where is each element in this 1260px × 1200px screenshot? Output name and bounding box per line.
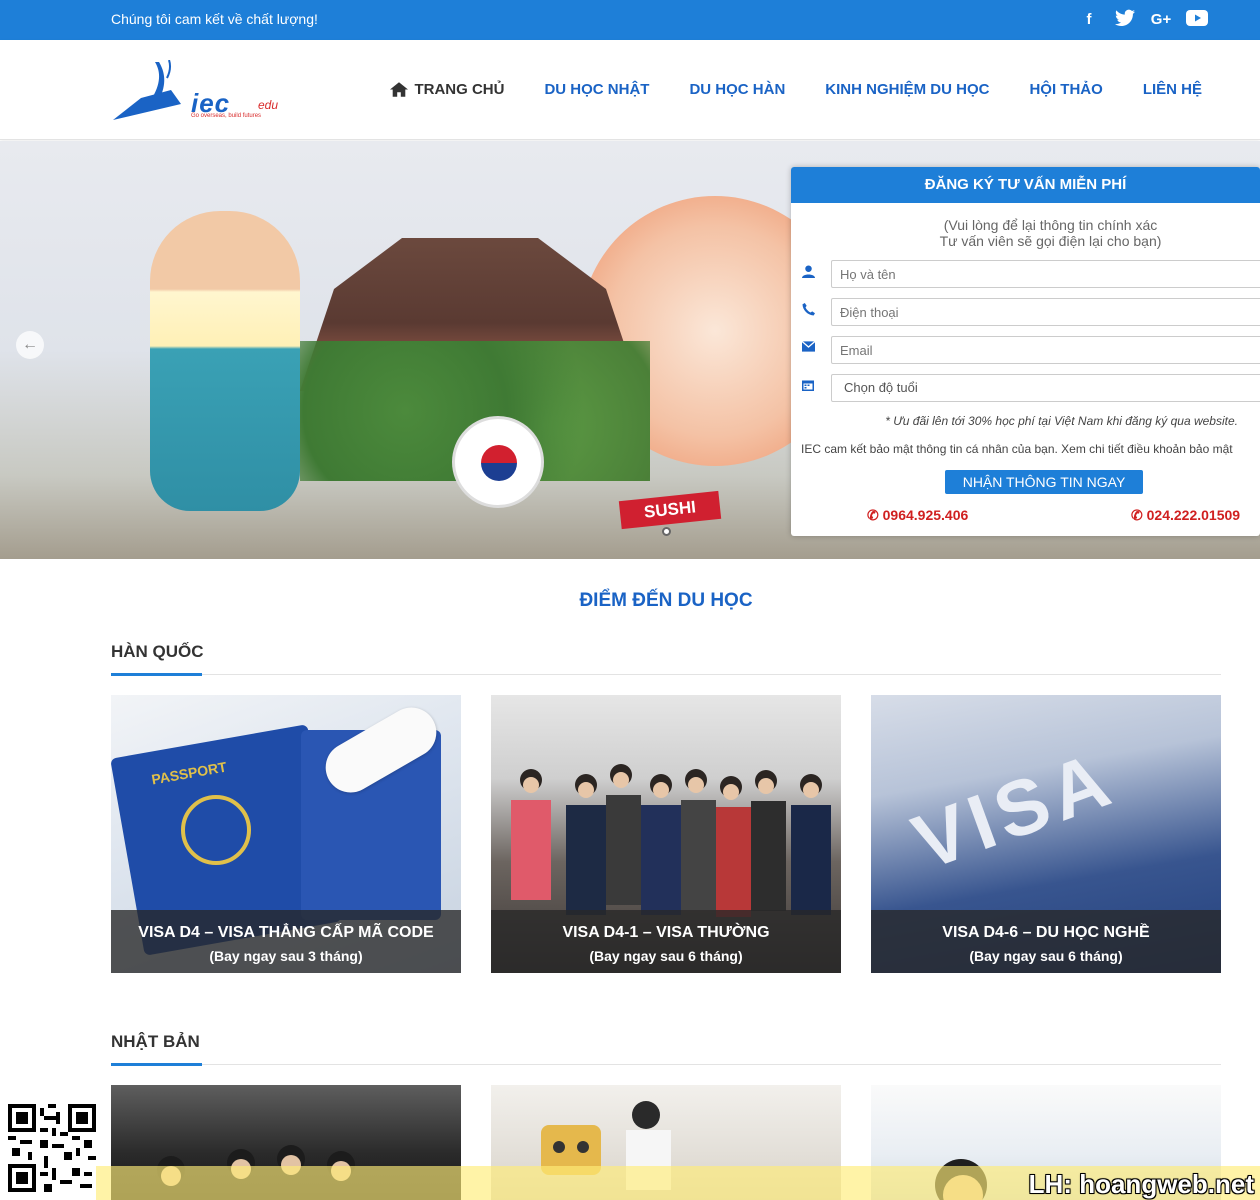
email-row	[791, 336, 1260, 364]
logo-suffix: edu	[258, 98, 279, 112]
nav-hoi-thao[interactable]: HỘI THẢO	[1029, 81, 1102, 98]
envelope-icon	[801, 340, 815, 355]
card-title: VISA D4 – VISA THẲNG CẤP MÃ CODE	[138, 924, 434, 941]
nav-trang-chu[interactable]: TRANG CHỦ	[390, 81, 504, 98]
nav-kinh-nghiem-du-hoc[interactable]: KINH NGHIỆM DU HỌC	[825, 81, 989, 98]
category-heading-han-quoc: HÀN QUỐC	[111, 642, 204, 661]
globe-icon	[181, 795, 251, 865]
phone-icon: ✆	[1131, 507, 1143, 523]
nav-du-hoc-han[interactable]: DU HỌC HÀN	[689, 81, 785, 98]
phone-input[interactable]	[831, 298, 1260, 326]
card-caption: VISA D4-1 – VISA THƯỜNG (Bay ngay sau 6 …	[491, 910, 841, 973]
age-row: Chọn độ tuổi	[791, 374, 1260, 402]
category-heading-nhat-ban: NHẬT BẢN	[111, 1032, 200, 1051]
nav-du-hoc-nhat[interactable]: DU HỌC NHẬT	[544, 81, 649, 98]
logo-tagline: Go overseas, build futures	[191, 113, 262, 119]
calendar-icon	[801, 379, 815, 393]
home-icon	[390, 82, 409, 97]
main-nav: TRANG CHỦ DU HỌC NHẬT DU HỌC HÀN KINH NG…	[390, 81, 1202, 98]
name-row	[791, 260, 1260, 288]
top-bar: Chúng tôi cam kết về chất lượng! f G+	[0, 0, 1260, 40]
name-input[interactable]	[831, 260, 1260, 288]
phone-row	[791, 298, 1260, 326]
offer-note: * Ưu đãi lên tới 30% học phí tại Việt Na…	[885, 414, 1238, 428]
form-note-line2: Tư vấn viên sẽ gọi điện lại cho bạn)	[939, 233, 1162, 249]
card-title: VISA D4-6 – DU HỌC NGHỀ	[942, 924, 1150, 941]
category-divider	[111, 674, 1221, 675]
destination-card[interactable]: PASSPORT VISA D4 – VISA THẲNG CẤP MÃ COD…	[111, 695, 461, 973]
nav-label: TRANG CHỦ	[414, 81, 505, 98]
card-caption: VISA D4-6 – DU HỌC NGHỀ (Bay ngay sau 6 …	[871, 910, 1221, 973]
consultation-form: ĐĂNG KÝ TƯ VẤN MIỄN PHÍ (Vui lòng để lại…	[791, 167, 1260, 536]
hotline-2[interactable]: ✆ 024.222.01509	[1131, 507, 1240, 524]
section-title: ĐIỂM ĐẾN DU HỌC	[579, 590, 753, 611]
korea-flag-icon	[452, 416, 544, 508]
destination-card[interactable]: VISA VISA D4-6 – DU HỌC NGHỀ (Bay ngay s…	[871, 695, 1221, 973]
slider-prev-arrow-icon[interactable]: ←	[16, 331, 44, 359]
site-logo[interactable]: iec edu Go overseas, build futures	[111, 58, 286, 124]
hotline-1[interactable]: ✆ 0964.925.406	[867, 507, 968, 524]
watermark-text: LH: hoangweb.net	[1028, 1169, 1254, 1199]
youtube-icon[interactable]	[1186, 9, 1208, 31]
hotline-2-number: 024.222.01509	[1146, 507, 1241, 523]
form-title: ĐĂNG KÝ TƯ VẤN MIỄN PHÍ	[791, 167, 1260, 203]
site-header: iec edu Go overseas, build futures TRANG…	[0, 40, 1260, 140]
slider-dot[interactable]	[662, 527, 671, 536]
sushi-banner: SUSHI	[618, 490, 722, 530]
card-subtitle: (Bay ngay sau 6 tháng)	[969, 948, 1123, 964]
category-underline	[111, 1063, 202, 1066]
card-caption: VISA D4 – VISA THẲNG CẤP MÃ CODE (Bay ng…	[111, 910, 461, 973]
watermark-banner: LH: hoangweb.net	[96, 1166, 1260, 1200]
phone-icon	[801, 303, 815, 317]
privacy-note: IEC cam kết bảo mật thông tin cá nhân củ…	[801, 442, 1233, 456]
social-links: f G+	[1078, 9, 1208, 31]
nav-lien-he[interactable]: LIÊN HỆ	[1143, 81, 1202, 98]
submit-button[interactable]: NHẬN THÔNG TIN NGAY	[945, 470, 1143, 494]
hotline-1-number: 0964.925.406	[882, 507, 969, 523]
logo-mark	[113, 60, 181, 120]
form-note: (Vui lòng để lại thông tin chính xác Tư …	[791, 217, 1260, 249]
card-subtitle: (Bay ngay sau 6 tháng)	[589, 948, 743, 964]
category-underline	[111, 673, 202, 676]
visa-text-image: VISA	[901, 733, 1126, 887]
email-input[interactable]	[831, 336, 1260, 364]
google-plus-icon[interactable]: G+	[1150, 9, 1172, 31]
qr-code-icon	[8, 1104, 96, 1192]
hanbok-girl-illustration	[150, 211, 300, 511]
age-select[interactable]: Chọn độ tuổi	[831, 374, 1260, 402]
twitter-icon[interactable]	[1114, 9, 1136, 31]
category-divider	[111, 1064, 1221, 1065]
card-subtitle: (Bay ngay sau 3 tháng)	[209, 948, 363, 964]
phone-icon: ✆	[867, 507, 879, 523]
form-note-line1: (Vui lòng để lại thông tin chính xác	[943, 217, 1158, 233]
facebook-icon[interactable]: f	[1078, 9, 1100, 31]
card-title: VISA D4-1 – VISA THƯỜNG	[562, 924, 770, 941]
user-icon	[801, 265, 815, 279]
destination-card[interactable]: VISA D4-1 – VISA THƯỜNG (Bay ngay sau 6 …	[491, 695, 841, 973]
slogan: Chúng tôi cam kết về chất lượng!	[111, 11, 318, 27]
